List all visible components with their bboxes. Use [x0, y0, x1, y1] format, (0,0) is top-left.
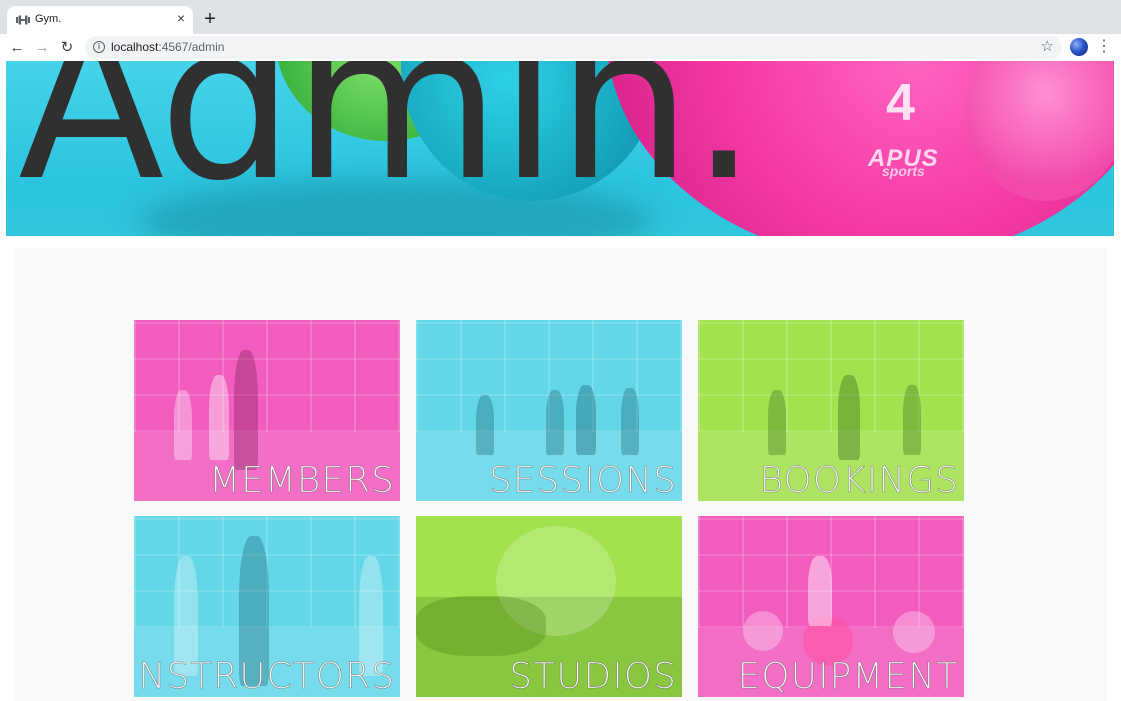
- browser-menu-icon[interactable]: ⋮: [1096, 37, 1112, 57]
- reload-icon[interactable]: ↻: [57, 38, 77, 58]
- address-bar[interactable]: i localhost:4567/admin ☆: [85, 36, 1062, 59]
- forward-arrow-icon[interactable]: →: [32, 38, 52, 58]
- browser-toolbar: ← → ↻ i localhost:4567/admin ☆: [0, 34, 1121, 61]
- url-path: :4567/admin: [158, 40, 225, 54]
- close-tab-icon[interactable]: ×: [174, 11, 188, 25]
- dumbbell-icon: [16, 15, 30, 25]
- sessions-tile[interactable]: SESSIONS: [416, 320, 682, 501]
- url-text[interactable]: localhost:4567/admin: [111, 40, 224, 54]
- back-arrow-icon[interactable]: ←: [7, 38, 27, 58]
- yoga-figure: [546, 390, 564, 455]
- yoga-figure: [903, 385, 921, 455]
- browser-tabstrip: Gym. × +: [0, 0, 1121, 34]
- info-icon[interactable]: i: [93, 41, 105, 53]
- yoga-figure: [234, 350, 258, 470]
- hero-banner: 4 APUS sports Admin.: [6, 61, 1114, 236]
- person-figure: [808, 556, 832, 626]
- kettlebell-weight-number: 4: [886, 74, 915, 132]
- studios-label: STUDIOS: [509, 656, 677, 697]
- browser-tab[interactable]: Gym. ×: [7, 6, 193, 34]
- members-tile[interactable]: MEMBERS: [134, 320, 400, 501]
- yoga-figure: [768, 390, 786, 455]
- equipment-tile[interactable]: EQUIPMENT: [698, 516, 964, 697]
- url-host: localhost: [111, 40, 159, 54]
- kettlebell-brand-sub: sports: [882, 163, 925, 179]
- studios-tile[interactable]: STUDIOS: [416, 516, 682, 697]
- yoga-figure: [838, 375, 860, 460]
- yoga-figure: [174, 390, 192, 460]
- equipment-label: EQUIPMENT: [737, 656, 959, 697]
- instructors-tile[interactable]: INSTRUCTORS: [134, 516, 400, 697]
- window-grid: [698, 320, 964, 433]
- members-label: MEMBERS: [208, 460, 395, 501]
- sessions-label: SESSIONS: [488, 460, 677, 501]
- bookings-tile[interactable]: BOOKINGS: [698, 320, 964, 501]
- ball-figure: [893, 611, 935, 653]
- yoga-figure: [621, 388, 639, 455]
- yoga-figure: [476, 395, 494, 455]
- page-title: Admin.: [18, 61, 758, 228]
- yoga-figure: [576, 385, 596, 455]
- yoga-figure: [209, 375, 229, 460]
- profile-avatar[interactable]: [1070, 38, 1088, 56]
- new-tab-button[interactable]: +: [201, 9, 219, 29]
- meditation-figure: [416, 596, 546, 656]
- bookmark-star-icon[interactable]: ☆: [1041, 38, 1054, 56]
- tab-title: Gym.: [35, 13, 62, 25]
- ball-figure: [743, 611, 783, 651]
- bookings-label: BOOKINGS: [759, 460, 959, 501]
- instructors-label: INSTRUCTORS: [134, 656, 395, 697]
